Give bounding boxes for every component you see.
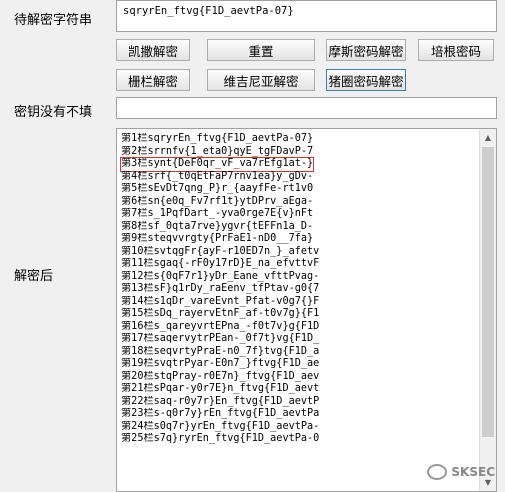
scroll-thumb[interactable] (482, 147, 494, 437)
result-line: 第11栏sgaq{-rF0y17rD}E_na_efvttvF (121, 258, 320, 269)
result-line: 第17栏saqervytrPEan-_0f7t}vg{F1D_ (121, 333, 320, 344)
result-line: 第4栏srf{_t0qEtFaP7rnv1ea}y_gDv- (121, 170, 314, 182)
result-line: 第9栏steqvvrgty{PrFaE1-nD0__7fa} (121, 233, 314, 244)
ciphertext-input[interactable]: sqryrEn_ftvg{F1D_aevtPa-07} (116, 0, 497, 32)
result-line: 第19栏svqtrPyar-E0n7_}ftvg{F1D_ae (121, 358, 320, 369)
bacon-cipher-button[interactable]: 培根密码 (418, 39, 494, 61)
result-line: 第22栏saq-r0y7r}En_ftvg{F1D_aevtP (121, 395, 320, 407)
rail-fence-decrypt-button[interactable]: 栅栏解密 (116, 69, 190, 91)
result-line: 第5栏sEvDt7qng_P}r_{aayfFe-rt1v0 (121, 183, 314, 194)
result-line: 第7栏s_1PqfDart_-yva0rge7E{v}nFt (121, 208, 314, 219)
result-line: 第14栏s1qDr_vareEvnt_Pfat-v0g7{}F (121, 295, 320, 307)
result-line: 第21栏sPqar-y0r7E}n_ftvg{F1D_aevt (121, 383, 320, 394)
result-line: 第20栏stqPray-r0E7n}_ftvg{F1D_aev (121, 370, 320, 382)
wechat-icon (427, 464, 448, 480)
watermark: SKSEC (427, 464, 495, 480)
result-lines: 第1栏sqryrEn_ftvg{F1D_aevtPa-07} 第2栏srrnfv{… (119, 133, 478, 446)
result-line: 第16栏s_qareyvrtEPna_-f0t7v}g{F1D (121, 320, 320, 332)
vigenere-decrypt-button[interactable]: 维吉尼亚解密 (207, 69, 315, 91)
scroll-up-icon[interactable]: ▲ (480, 129, 496, 146)
result-line: 第8栏sf_0qta7rve}ygvr{tEFFn1a_D- (121, 220, 314, 232)
result-line: 第6栏sn{e0q_Fv7rf1t}ytDPrv_aEga- (121, 195, 314, 207)
result-line-highlighted: 第3栏synt{DeF0qr_vF_va7rEfg1at-} (119, 157, 315, 172)
result-line: 第24栏s0q7r}yrEn_ftvg{F1D_aevtPa- (121, 420, 320, 432)
result-line: 第1栏sqryrEn_ftvg{F1D_aevtPa-07} (121, 133, 314, 144)
result-label: 解密后 (14, 269, 54, 284)
result-line: 第23栏s-q0r7y}rEn_ftvg{F1D_aevtPa (121, 408, 320, 419)
result-line: 第18栏seqvrtyPraE-n0_7f}tvg{F1D_a (121, 345, 320, 357)
morse-decrypt-button[interactable]: 摩斯密码解密 (326, 39, 406, 61)
ciphertext-label: 待解密字符串 (14, 13, 93, 28)
result-line: 第10栏svtqgFr{ayF-r10ED7n_}_afetv (121, 245, 320, 257)
result-line: 第15栏sDq_rayervEtnF_af-t0v7g}{F1 (121, 308, 320, 319)
result-textarea[interactable]: 第1栏sqryrEn_ftvg{F1D_aevtPa-07} 第2栏srrnfv{… (116, 128, 497, 492)
result-line: 第2栏srrnfv{1_eta0}qyE_tgFDavP-7 (121, 145, 314, 157)
result-line: 第25栏s7q}ryrEn_ftvg{F1D_aevtPa-0 (121, 433, 320, 444)
result-line: 第12栏s{0qF7r1}yDr_Eane_vfttPvag- (121, 270, 320, 282)
vertical-scrollbar[interactable]: ▲ ▼ (479, 129, 496, 491)
key-label: 密钥没有不填 (14, 105, 93, 120)
watermark-text: SKSEC (451, 465, 495, 479)
result-line: 第13栏sF}q1rDy_raEenv_tfPtav-g0{7 (121, 283, 320, 294)
caesar-decrypt-button[interactable]: 凯撒解密 (116, 39, 190, 61)
reset-button[interactable]: 重置 (207, 39, 315, 61)
pigpen-decrypt-button[interactable]: 猪圈密码解密 (326, 69, 406, 91)
key-input[interactable] (116, 97, 497, 119)
